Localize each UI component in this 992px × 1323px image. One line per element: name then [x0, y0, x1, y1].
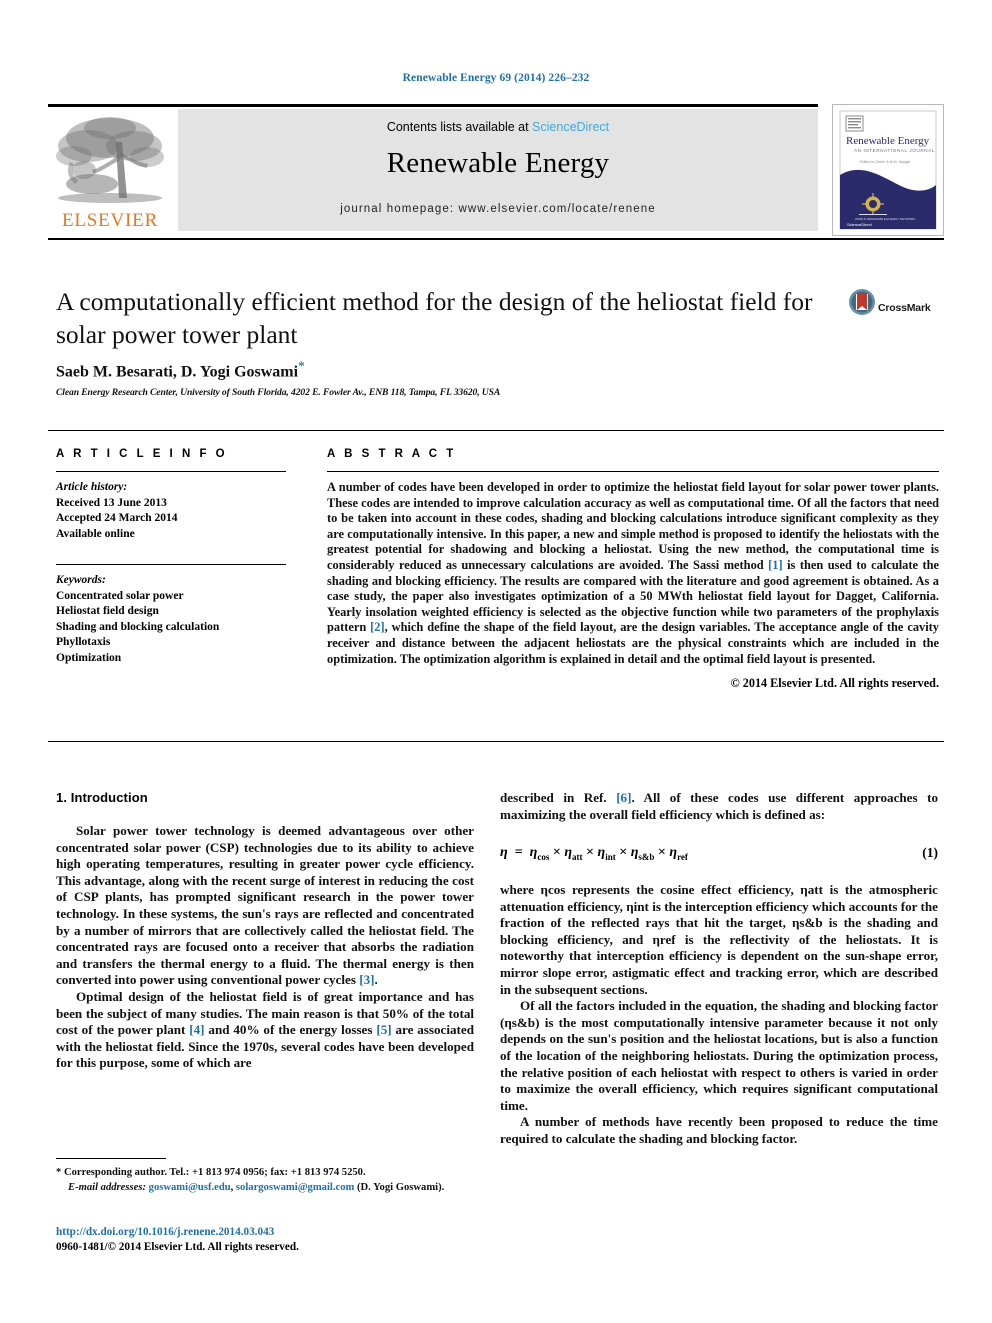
svg-text:WORLD RENEWABLE ENERGY NETWORK: WORLD RENEWABLE ENERGY NETWORK [855, 217, 915, 221]
abstract-divider [327, 471, 939, 472]
doi-link[interactable]: http://dx.doi.org/10.1016/j.renene.2014.… [56, 1225, 486, 1240]
abstract-column: A B S T R A C T A number of codes have b… [327, 448, 939, 691]
info-top-rule [48, 430, 944, 431]
body-column-left: 1. Introduction Solar power tower techno… [56, 790, 474, 1072]
citation-ref-6[interactable]: [6] [616, 790, 631, 805]
intro-paragraph-4: where ηcos represents the cosine effect … [500, 881, 938, 997]
intro-p1-tail: . [374, 972, 378, 988]
elsevier-wordmark: ELSEVIER [61, 210, 159, 231]
svg-text:AN INTERNATIONAL JOURNAL: AN INTERNATIONAL JOURNAL [854, 148, 935, 153]
affiliation: Clean Energy Research Center, University… [56, 387, 501, 398]
abstract-part-3: , which define the shape of the field la… [327, 620, 940, 666]
equation-1: η = ηcos × ηatt × ηint × ηs&b × ηref (1) [500, 845, 938, 862]
intro-paragraph-6: A number of methods have recently been p… [500, 1114, 938, 1146]
intro-paragraph-2: Optimal design of the heliostat field is… [56, 989, 474, 1072]
email-owner: (D. Yogi Goswami). [354, 1182, 445, 1193]
intro-p3-text-a: described in Ref. [500, 790, 617, 805]
doi-block: http://dx.doi.org/10.1016/j.renene.2014.… [56, 1225, 486, 1254]
journal-cover-image: Renewable Energy AN INTERNATIONAL JOURNA… [833, 105, 943, 235]
citation-ref-2[interactable]: [2] [370, 620, 384, 634]
citation-ref-3[interactable]: [3] [359, 972, 374, 987]
info-bottom-rule [48, 741, 944, 742]
sciencedirect-link[interactable]: ScienceDirect [532, 120, 609, 134]
email-addresses-label: E-mail addresses: [68, 1182, 146, 1193]
footnote-block: * Corresponding author. Tel.: +1 813 974… [56, 1165, 486, 1195]
article-info-column: A R T I C L E I N F O Article history: R… [56, 448, 286, 666]
intro-paragraph-3: described in Ref. [6]. All of these code… [500, 790, 938, 823]
citation-ref-1[interactable]: [1] [768, 558, 782, 572]
abstract-copyright: © 2014 Elsevier Ltd. All rights reserved… [730, 676, 939, 691]
contents-prefix: Contents lists available at [386, 120, 533, 134]
crossmark-icon [849, 289, 875, 315]
paper-page: Renewable Energy 69 (2014) 226–232 ELSEV… [0, 0, 992, 1323]
crossmark-label: CrossMark [878, 302, 931, 314]
svg-text:ScienceDirect: ScienceDirect [847, 222, 873, 227]
article-info-heading: A R T I C L E I N F O [56, 448, 228, 460]
elsevier-logo: ELSEVIER [48, 112, 172, 232]
footnote-rule [56, 1158, 166, 1159]
keyword-item: Concentrated solar power [56, 589, 184, 602]
email-link-secondary[interactable]: solargoswami@gmail.com [236, 1182, 354, 1193]
keyword-item: Shading and blocking calculation [56, 620, 220, 633]
citation-ref-5[interactable]: [5] [376, 1022, 391, 1037]
body-column-right: described in Ref. [6]. All of these code… [500, 790, 938, 1147]
journal-title: Renewable Energy [386, 147, 610, 179]
svg-text:Editor-in-Chief: A.A.M. Sayigh: Editor-in-Chief: A.A.M. Sayigh [860, 160, 910, 164]
article-history-online: Available online [56, 527, 135, 540]
article-history-accepted: Accepted 24 March 2014 [56, 512, 178, 524]
masthead-top-rule [48, 104, 818, 107]
corresponding-author-note: * Corresponding author. Tel.: +1 813 974… [56, 1165, 486, 1180]
keyword-item: Phyllotaxis [56, 636, 111, 648]
masthead-bottom-rule [48, 238, 944, 240]
corresponding-author-text: Corresponding author. Tel.: +1 813 974 0… [61, 1167, 366, 1178]
intro-paragraph-1: Solar power tower technology is deemed a… [56, 823, 474, 989]
page-title: A computationally efficient method for t… [56, 287, 813, 349]
equation-1-body: η = ηcos × ηatt × ηint × ηs&b × ηref [500, 845, 688, 862]
article-history-received: Received 13 June 2013 [56, 496, 167, 509]
elsevier-tree-icon [56, 117, 164, 203]
keywords-divider [56, 564, 286, 565]
section-heading-introduction: 1. Introduction [56, 790, 148, 805]
journal-cover-thumbnail: Renewable Energy AN INTERNATIONAL JOURNA… [832, 104, 944, 236]
intro-paragraph-5: Of all the factors included in the equat… [500, 998, 938, 1113]
keywords-label: Keywords: [56, 574, 106, 586]
intro-p1-text: Solar power tower technology is deemed a… [56, 823, 474, 988]
issn-copyright-line: 0960-1481/© 2014 Elsevier Ltd. All right… [56, 1240, 299, 1253]
citation-ref-4[interactable]: [4] [189, 1022, 204, 1037]
article-history-label: Article history: [56, 481, 128, 493]
abstract-heading: A B S T R A C T [327, 448, 457, 460]
author-names: Saeb M. Besarati, D. Yogi Goswami [56, 363, 299, 381]
running-head: Renewable Energy 69 (2014) 226–232 [402, 72, 590, 84]
journal-masthead: ELSEVIER Contents lists available at Sci… [48, 104, 944, 236]
equation-1-number: (1) [922, 845, 938, 861]
contents-available-line: Contents lists available at ScienceDirec… [178, 120, 818, 134]
corresponding-author-marker: * [298, 358, 305, 373]
svg-text:Renewable Energy: Renewable Energy [846, 135, 930, 147]
journal-homepage-link[interactable]: journal homepage: www.elsevier.com/locat… [178, 203, 818, 215]
author-list: Saeb M. Besarati, D. Yogi Goswami* [56, 358, 836, 381]
email-link-primary[interactable]: goswami@usf.edu [149, 1182, 231, 1193]
article-info-divider [56, 471, 286, 472]
keyword-item: Optimization [56, 651, 122, 664]
contents-banner: Contents lists available at ScienceDirec… [178, 109, 818, 231]
abstract-text: A number of codes have been developed in… [327, 480, 939, 667]
email-note: E-mail addresses: goswami@usf.edu, solar… [56, 1180, 486, 1195]
keyword-item: Heliostat field design [56, 605, 159, 617]
intro-p2-text-b: and 40% of the energy losses [204, 1022, 377, 1038]
crossmark-badge[interactable]: CrossMark [848, 288, 944, 336]
